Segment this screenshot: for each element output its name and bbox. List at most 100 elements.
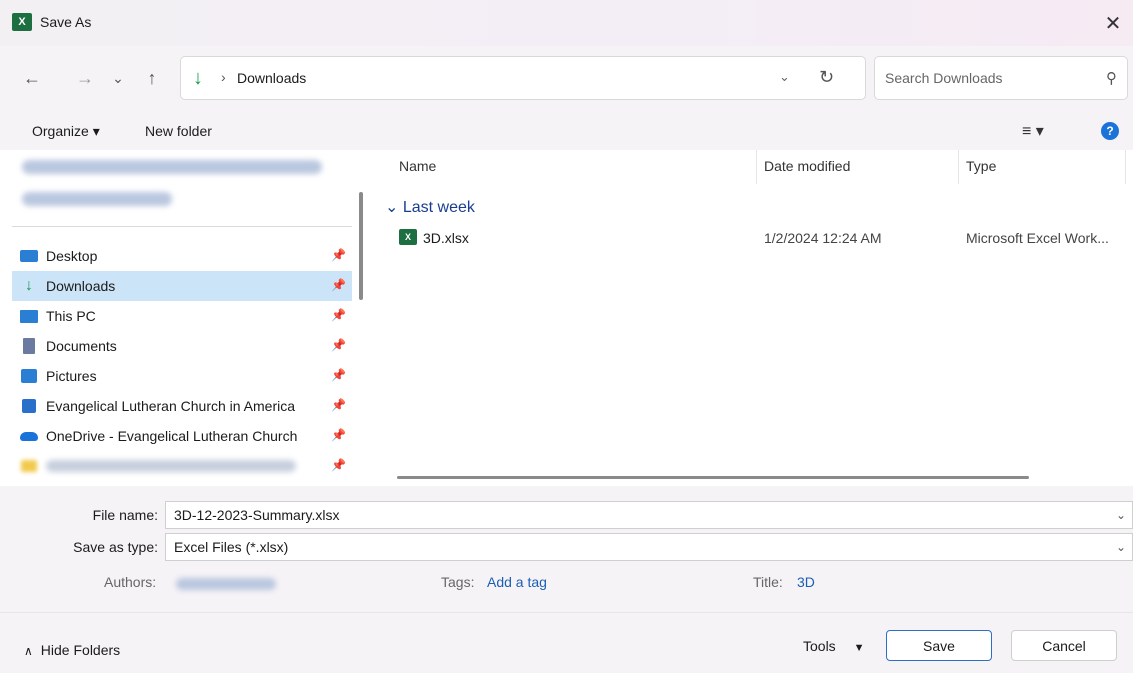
chevron-down-icon[interactable]: ⌄ — [1116, 508, 1126, 522]
tools-label: Tools — [803, 638, 836, 654]
back-arrow-icon[interactable]: ← — [20, 66, 44, 90]
file-name-input[interactable]: 3D-12-2023-Summary.xlsx ⌄ — [165, 501, 1133, 529]
title-bar: X Save As ✕ — [0, 0, 1133, 46]
tools-menu[interactable]: Tools ▼ — [803, 638, 864, 654]
file-row[interactable]: X 3D.xlsx 1/2/2024 12:24 AM Microsoft Ex… — [375, 226, 1133, 250]
save-type-value[interactable]: Excel Files (*.xlsx) — [174, 539, 288, 555]
sidebar-item-label: Evangelical Lutheran Church in America — [46, 398, 296, 414]
sidebar-item-label: Desktop — [46, 248, 98, 264]
file-list-pane: Name Date modified Type ⌄ Last week X 3D… — [375, 150, 1133, 486]
divider — [0, 612, 1133, 613]
close-icon[interactable]: ✕ — [1093, 0, 1133, 46]
download-icon: ↓ — [193, 67, 203, 89]
save-button[interactable]: Save — [886, 630, 992, 661]
monitor-icon — [20, 308, 38, 324]
hide-folders-button[interactable]: ∧ Hide Folders — [24, 642, 120, 658]
excel-file-icon: X — [399, 229, 417, 245]
save-options-panel: File name: 3D-12-2023-Summary.xlsx ⌄ Sav… — [0, 486, 1133, 673]
recent-locations-icon[interactable]: ⌄ — [106, 66, 130, 90]
up-arrow-icon[interactable]: ↑ — [140, 66, 164, 90]
address-text[interactable]: Downloads — [237, 70, 306, 86]
horizontal-scrollbar[interactable] — [397, 476, 1029, 479]
column-divider[interactable] — [756, 150, 757, 184]
sidebar-item-elca[interactable]: Evangelical Lutheran Church in America 📌 — [12, 391, 352, 421]
file-type: Microsoft Excel Work... — [966, 230, 1109, 246]
sidebar-item-documents[interactable]: Documents 📌 — [12, 331, 352, 361]
download-icon: ↓ — [25, 277, 33, 294]
cancel-button[interactable]: Cancel — [1011, 630, 1117, 661]
refresh-icon[interactable]: ↻ — [819, 67, 834, 88]
help-icon[interactable]: ? — [1101, 122, 1119, 140]
column-header-name[interactable]: Name — [399, 158, 436, 174]
column-divider[interactable] — [1125, 150, 1126, 184]
sidebar-scrollbar[interactable] — [359, 192, 363, 300]
pictures-icon — [20, 368, 38, 384]
desktop-icon — [20, 248, 38, 264]
divider — [12, 226, 352, 227]
group-header[interactable]: ⌄ Last week — [385, 197, 475, 217]
sidebar-item-label: Pictures — [46, 368, 97, 384]
save-type-select[interactable]: Excel Files (*.xlsx) ⌄ — [165, 533, 1133, 561]
file-date: 1/2/2024 12:24 AM — [764, 230, 882, 246]
hide-folders-label: Hide Folders — [40, 642, 121, 658]
forward-arrow-icon[interactable]: → — [73, 66, 97, 90]
building-icon — [20, 398, 38, 414]
title-label: Title: — [753, 574, 783, 590]
window-title: Save As — [40, 14, 92, 30]
pin-icon[interactable]: 📌 — [331, 248, 346, 262]
sidebar-item-downloads[interactable]: ↓ Downloads 📌 — [12, 271, 352, 301]
organize-menu[interactable]: Organize ▾ — [32, 123, 100, 140]
sidebar-item-label: This PC — [46, 308, 96, 324]
pin-icon[interactable]: 📌 — [331, 428, 346, 442]
pin-icon[interactable]: 📌 — [331, 458, 346, 472]
address-dropdown-icon[interactable]: ⌄ — [779, 69, 790, 85]
sidebar-item-redacted[interactable]: 📌 — [12, 451, 352, 481]
caret-down-icon: ▼ — [853, 642, 865, 654]
navigation-bar: ← → ⌄ ↑ ↓ › Downloads ⌄ ↻ Search Downloa… — [0, 46, 1133, 112]
sidebar-item-label: Documents — [46, 338, 117, 354]
search-input[interactable]: Search Downloads ⚲ — [874, 56, 1128, 100]
column-header-date[interactable]: Date modified — [764, 158, 850, 174]
view-options-icon[interactable]: ≡ ▾ — [1022, 121, 1044, 141]
new-folder-button[interactable]: New folder — [145, 123, 212, 139]
redacted-label — [46, 460, 296, 472]
column-divider[interactable] — [958, 150, 959, 184]
column-header-type[interactable]: Type — [966, 158, 996, 174]
sidebar-item-this-pc[interactable]: This PC 📌 — [12, 301, 352, 331]
file-name-value[interactable]: 3D-12-2023-Summary.xlsx — [174, 507, 339, 523]
folder-icon — [20, 458, 38, 474]
pin-icon[interactable]: 📌 — [331, 398, 346, 412]
command-bar: Organize ▾ New folder ≡ ▾ ? — [0, 112, 1133, 150]
authors-value[interactable] — [176, 578, 276, 590]
file-name-label: File name: — [92, 507, 158, 523]
pin-icon[interactable]: 📌 — [331, 308, 346, 322]
sidebar-item-onedrive[interactable]: OneDrive - Evangelical Lutheran Church 📌 — [12, 421, 352, 451]
group-header-label: Last week — [402, 199, 475, 216]
pin-icon[interactable]: 📌 — [331, 368, 346, 382]
file-name: 3D.xlsx — [423, 230, 469, 246]
title-input[interactable]: 3D — [797, 574, 815, 590]
save-type-label: Save as type: — [73, 539, 158, 555]
authors-label: Authors: — [104, 574, 157, 590]
navigation-pane: Desktop 📌 ↓ Downloads 📌 This PC 📌 Docume… — [0, 150, 375, 486]
documents-icon — [20, 338, 38, 354]
search-icon[interactable]: ⚲ — [1106, 69, 1117, 87]
chevron-up-icon: ∧ — [24, 644, 33, 658]
sidebar-item-label: OneDrive - Evangelical Lutheran Church — [46, 428, 298, 444]
path-chevron-icon[interactable]: › — [221, 69, 226, 85]
chevron-down-icon[interactable]: ⌄ — [1116, 540, 1126, 554]
sidebar-item-label: Downloads — [46, 278, 116, 294]
pin-icon[interactable]: 📌 — [331, 338, 346, 352]
search-placeholder: Search Downloads — [885, 70, 1003, 86]
redacted-item — [22, 160, 322, 174]
excel-icon: X — [12, 13, 32, 31]
address-bar[interactable]: ↓ › Downloads ⌄ ↻ — [180, 56, 866, 100]
chevron-down-icon: ⌄ — [385, 199, 403, 216]
tags-label: Tags: — [441, 574, 475, 590]
pin-icon[interactable]: 📌 — [331, 278, 346, 292]
sidebar-item-pictures[interactable]: Pictures 📌 — [12, 361, 352, 391]
redacted-item — [22, 192, 172, 206]
onedrive-icon — [20, 428, 38, 444]
tags-input[interactable]: Add a tag — [487, 574, 547, 590]
sidebar-item-desktop[interactable]: Desktop 📌 — [12, 241, 352, 271]
